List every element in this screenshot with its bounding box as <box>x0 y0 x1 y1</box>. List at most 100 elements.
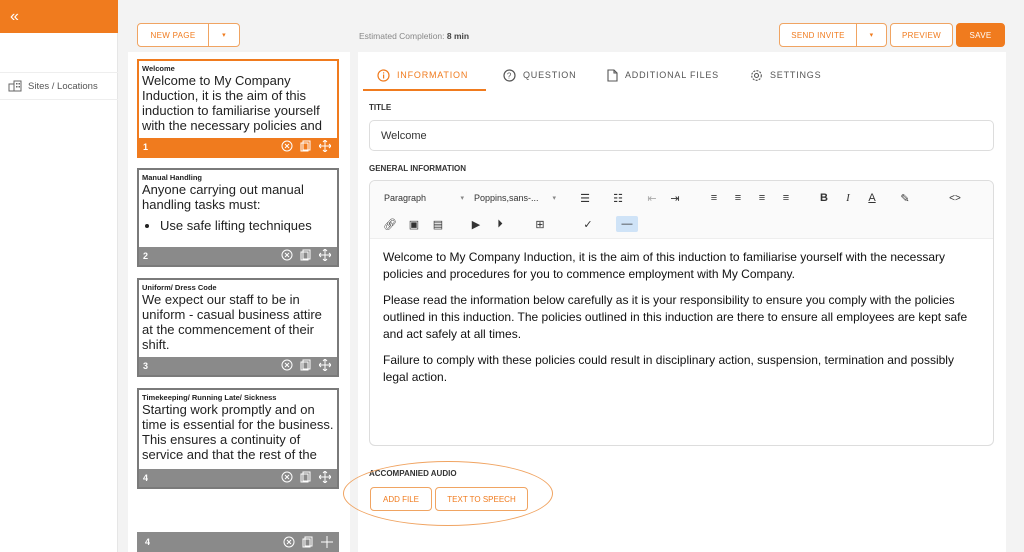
special-chars-icon[interactable]: ✓ <box>580 216 596 232</box>
sidebar-item-sites-locations[interactable]: Sites / Locations <box>0 72 118 100</box>
page-card-body: We expect our staff to be in uniform - c… <box>142 292 322 352</box>
page-card-2[interactable]: Manual Handling Anyone carrying out manu… <box>137 168 339 267</box>
page-number: 4 <box>143 473 149 483</box>
move-icon[interactable] <box>318 470 332 484</box>
question-icon: ? <box>503 68 516 82</box>
title-label: TITLE <box>369 103 392 112</box>
tab-label: SETTINGS <box>770 70 822 80</box>
bullet-list-icon[interactable]: ☰ <box>577 190 593 206</box>
move-icon[interactable] <box>318 358 332 372</box>
content-paragraph: Please read the information below carefu… <box>383 293 968 341</box>
page-card-text: Anyone carrying out manual handling task… <box>142 182 304 212</box>
page-card-footer: 1 <box>139 138 337 156</box>
add-file-button[interactable]: ADD FILE <box>370 487 432 511</box>
estimated-value: 8 min <box>446 31 470 41</box>
rte-content[interactable]: Welcome to My Company Induction, it is t… <box>383 249 981 395</box>
new-page-dropdown-button[interactable]: ▾ <box>208 23 240 47</box>
page-card-3[interactable]: Uniform/ Dress Code We expect our staff … <box>137 278 339 377</box>
save-button[interactable]: SAVE <box>956 23 1005 47</box>
page-card-title: Welcome <box>142 64 175 73</box>
collapse-sidebar-button[interactable]: « <box>0 0 118 33</box>
move-icon[interactable] <box>318 248 332 262</box>
svg-text:?: ? <box>507 71 512 80</box>
page-card-body: Anyone carrying out manual handling task… <box>139 182 337 242</box>
info-icon <box>377 68 390 82</box>
page-card-bullet: Use safe lifting techniques <box>160 218 334 233</box>
numbered-list-icon[interactable]: ☷ <box>610 190 626 206</box>
title-input[interactable]: Welcome <box>369 120 994 151</box>
page-card-title: Uniform/ Dress Code <box>142 283 217 292</box>
tab-additional-files[interactable]: ADDITIONAL FILES <box>607 60 719 90</box>
page-card-body: Starting work promptly and on time is es… <box>142 402 334 464</box>
gear-icon <box>751 69 762 81</box>
duplicate-icon[interactable] <box>300 471 312 483</box>
delete-icon[interactable] <box>281 140 293 152</box>
page-card-4[interactable]: Timekeeping/ Running Late/ Sickness Star… <box>137 388 339 489</box>
page-card-body: Welcome to My Company Induction, it is t… <box>142 73 322 133</box>
new-page-button[interactable]: NEW PAGE <box>137 23 209 47</box>
italic-icon[interactable]: I <box>840 190 856 206</box>
bold-icon[interactable]: B <box>816 190 832 206</box>
general-information-label: GENERAL INFORMATION <box>369 164 467 173</box>
outdent-icon[interactable]: ⇤ <box>644 190 660 206</box>
chevron-down-icon: ▾ <box>552 195 556 202</box>
estimated-label: Estimated Completion: <box>359 31 445 41</box>
align-right-icon[interactable]: ≡ <box>754 190 770 206</box>
preview-button[interactable]: PREVIEW <box>890 23 953 47</box>
send-invite-dropdown-button[interactable]: ▾ <box>856 23 887 47</box>
tab-label: ADDITIONAL FILES <box>625 70 719 80</box>
delete-icon[interactable] <box>283 536 295 548</box>
send-invite-button[interactable]: SEND INVITE <box>779 23 857 47</box>
text-color-icon[interactable]: A <box>864 190 880 206</box>
indent-icon[interactable]: ⇥ <box>667 190 683 206</box>
table-icon[interactable]: ⊞ <box>532 216 548 232</box>
tab-question[interactable]: ? QUESTION <box>503 60 576 90</box>
media-icon[interactable]: ⏵ <box>492 216 508 232</box>
file-icon <box>607 68 618 82</box>
horizontal-line-icon[interactable]: — <box>616 216 638 232</box>
app-sidebar: « Sites / Locations <box>0 0 118 552</box>
align-justify-icon[interactable]: ≡ <box>778 190 794 206</box>
text-to-speech-button[interactable]: TEXT TO SPEECH <box>435 487 528 511</box>
delete-icon[interactable] <box>281 249 293 261</box>
page-card-title: Timekeeping/ Running Late/ Sickness <box>142 393 277 402</box>
image-icon[interactable]: ▣ <box>406 216 422 232</box>
page-card-1[interactable]: Welcome Welcome to My Company Induction,… <box>137 59 339 158</box>
font-select[interactable]: Poppins,sans-... ▾ <box>474 189 556 207</box>
paragraph-select-value: Paragraph <box>384 193 427 203</box>
link-icon[interactable]: 🔗︎ <box>382 216 398 232</box>
page-number: 2 <box>143 251 149 261</box>
page-card-footer-partial[interactable]: 4 <box>137 532 339 552</box>
sites-icon <box>8 80 22 92</box>
estimated-completion: Estimated Completion: 8 min <box>359 31 469 41</box>
page-number: 4 <box>145 537 151 547</box>
page-card-footer: 3 <box>139 357 337 375</box>
paragraph-select[interactable]: Paragraph ▾ <box>384 189 464 207</box>
gallery-icon[interactable]: ▤ <box>430 216 446 232</box>
tab-information[interactable]: INFORMATION <box>377 60 468 90</box>
highlight-icon[interactable]: ✎ <box>897 190 913 206</box>
rte-toolbar: Paragraph ▾ Poppins,sans-... ▾ ☰ ☷ ⇤ ⇥ ≡ ≡… <box>370 181 993 239</box>
content-paragraph: Welcome to My Company Induction, it is t… <box>383 250 946 281</box>
chevron-down-icon: ▾ <box>222 32 226 39</box>
active-tab-indicator <box>363 89 486 91</box>
move-icon[interactable] <box>321 536 333 548</box>
code-view-icon[interactable]: <> <box>947 190 963 206</box>
align-center-icon[interactable]: ≡ <box>730 190 746 206</box>
page-number: 3 <box>143 361 149 371</box>
duplicate-icon[interactable] <box>300 359 312 371</box>
font-select-value: Poppins,sans-... <box>474 193 539 203</box>
delete-icon[interactable] <box>281 359 293 371</box>
video-icon[interactable]: ▶ <box>468 216 484 232</box>
duplicate-icon[interactable] <box>300 140 312 152</box>
chevron-down-icon: ▾ <box>460 195 464 202</box>
rich-text-editor[interactable]: Paragraph ▾ Poppins,sans-... ▾ ☰ ☷ ⇤ ⇥ ≡ ≡… <box>369 180 994 446</box>
duplicate-icon[interactable] <box>300 249 312 261</box>
align-left-icon[interactable]: ≡ <box>706 190 722 206</box>
delete-icon[interactable] <box>281 471 293 483</box>
page-number: 1 <box>143 142 149 152</box>
move-icon[interactable] <box>318 139 332 153</box>
tab-settings[interactable]: SETTINGS <box>750 60 821 90</box>
page-card-title: Manual Handling <box>142 173 202 182</box>
duplicate-icon[interactable] <box>302 536 314 548</box>
